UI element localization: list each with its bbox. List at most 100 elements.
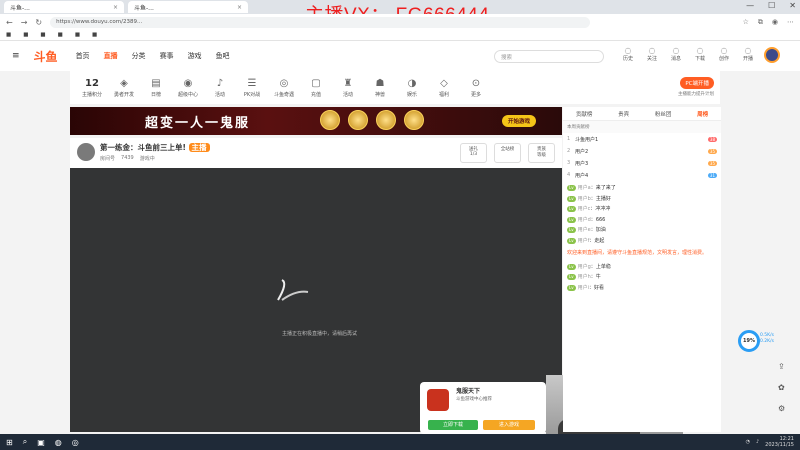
site-rank-box[interactable]: 全站榜 xyxy=(494,143,521,163)
extensions-icon[interactable]: ⧉ xyxy=(758,18,763,27)
toolbar-item[interactable]: ◈ 勇者开发 xyxy=(108,78,140,98)
maximize-icon[interactable]: ☐ xyxy=(768,1,775,10)
tool-score[interactable]: 12 主播积分 xyxy=(76,78,108,98)
toolbar-item-icon: ◎ xyxy=(279,77,289,89)
toolbar-item[interactable]: ▢ 充值 xyxy=(300,78,332,98)
nav-item[interactable]: 首页 xyxy=(76,51,90,61)
browser-tab[interactable]: 斗鱼-... × xyxy=(128,1,248,13)
volume-icon[interactable]: ♪ xyxy=(756,439,759,445)
network-icon[interactable]: ◔ xyxy=(746,439,750,445)
nav-item[interactable]: 游戏 xyxy=(188,51,202,61)
sidebar-tab[interactable]: 周榜 xyxy=(697,110,708,118)
toolbar-item[interactable]: ◉ 超级中心 xyxy=(172,78,204,98)
rank-row[interactable]: 1 斗鱼用户1 38 xyxy=(563,133,721,145)
menu-icon[interactable]: ⋯ xyxy=(787,18,794,27)
chat-username[interactable]: 用户d xyxy=(578,217,591,223)
user-avatar[interactable] xyxy=(764,47,780,63)
nav-item[interactable]: 分类 xyxy=(132,51,146,61)
chat-username[interactable]: 用户h xyxy=(578,274,591,280)
address-bar-row: ← → ↻ https://www.douyu.com/2389... ☆ ⧉ … xyxy=(0,14,800,30)
rank-row[interactable]: 4 用户4 31 xyxy=(563,169,721,181)
streamer-avatar[interactable] xyxy=(77,143,95,161)
star-icon[interactable]: ☆ xyxy=(743,18,749,27)
search-input[interactable]: 搜索 xyxy=(494,50,604,63)
clock[interactable]: 12:21 2023/11/15 xyxy=(765,436,794,448)
noble-box[interactable]: 贵族 等级 xyxy=(528,143,555,163)
file-explorer-icon[interactable]: ▣ xyxy=(37,438,45,447)
sidebar-tab[interactable]: 贵宾 xyxy=(618,110,629,118)
header-icon-item[interactable]: ◌ 下载 xyxy=(692,46,708,62)
chat-message: Lv 用户a：来了来了 xyxy=(567,185,616,191)
sidebar-tab[interactable]: 粉丝团 xyxy=(655,110,672,118)
app-icon[interactable]: ◎ xyxy=(72,438,79,447)
chat-username[interactable]: 用户g xyxy=(578,264,591,270)
game-popup: 鬼服天下 斗鱼游戏中心推荐 立即下载 进入游戏 xyxy=(420,382,546,434)
profile-icon[interactable]: ◉ xyxy=(772,18,778,27)
chat-username[interactable]: 用户e xyxy=(578,227,591,233)
nav-item[interactable]: 赛事 xyxy=(160,51,174,61)
browser-actions: ☆ ⧉ ◉ ⋯ xyxy=(743,18,794,27)
bookmark-item[interactable]: ■ xyxy=(40,32,45,38)
header-glyph-icon: ◌ xyxy=(624,46,632,55)
share-icon[interactable]: ⇪ xyxy=(778,362,785,371)
site-logo[interactable]: 斗鱼 xyxy=(34,48,58,65)
chat-username[interactable]: 用户a xyxy=(578,185,591,191)
chat-message: Lv 用户c：冲冲冲 xyxy=(567,206,611,212)
header-icon-item[interactable]: ◌ 历史 xyxy=(620,46,636,62)
header-icon-item[interactable]: ◌ 开播 xyxy=(740,46,756,62)
header-icon-item[interactable]: ◌ 创作 xyxy=(716,46,732,62)
header-icon-item[interactable]: ◌ 消息 xyxy=(668,46,684,62)
browser-tab[interactable]: 斗鱼-... × xyxy=(4,1,124,13)
game-ad-banner[interactable]: 超变一人一鬼服 开始游戏 xyxy=(70,107,562,135)
nav-item[interactable]: 鱼吧 xyxy=(216,51,230,61)
nav-item[interactable]: 直播 xyxy=(104,51,118,61)
gift-box[interactable]: 送礼 1/3 xyxy=(460,143,487,163)
toolbar-item[interactable]: ♜ 活动 xyxy=(332,78,364,98)
header-icon-item[interactable]: ◌ 关注 xyxy=(644,46,660,62)
chat-text: 666 xyxy=(595,216,606,223)
sidebar-tab[interactable]: 贡献榜 xyxy=(576,110,593,118)
chat-username[interactable]: 用户i xyxy=(578,285,589,291)
chat-username[interactable]: 用户f xyxy=(578,238,590,244)
minimize-icon[interactable]: — xyxy=(746,1,754,10)
toolbar-item[interactable]: ◎ 斗鱼奇遇 xyxy=(268,78,300,98)
rank-row[interactable]: 3 用户3 35 xyxy=(563,157,721,169)
search-icon[interactable]: ⌕ xyxy=(23,437,27,447)
popup-enter-button[interactable]: 进入游戏 xyxy=(483,420,535,430)
banner-play-button[interactable]: 开始游戏 xyxy=(501,115,536,127)
reload-icon[interactable]: ↻ xyxy=(35,18,42,27)
popup-download-button[interactable]: 立即下载 xyxy=(428,420,478,430)
pc-live-button[interactable]: PC端开播 xyxy=(680,77,714,89)
toolbar-item[interactable]: ☗ 神兽 xyxy=(364,78,396,98)
toolbar-item[interactable]: ☰ PK对战 xyxy=(236,78,268,98)
hamburger-icon[interactable]: ≡ xyxy=(12,51,20,61)
toolbar-item[interactable]: ◇ 福利 xyxy=(428,78,460,98)
toolbar-item[interactable]: ◑ 娱乐 xyxy=(396,78,428,98)
close-icon[interactable]: × xyxy=(237,4,242,11)
chat-username[interactable]: 用户b xyxy=(578,196,591,202)
bookmark-item[interactable]: ■ xyxy=(23,32,28,38)
bookmark-item[interactable]: ■ xyxy=(6,32,11,38)
bookmark-item[interactable]: ■ xyxy=(58,32,63,38)
chat-username[interactable]: 用户c xyxy=(578,206,591,212)
bookmark-item[interactable]: ■ xyxy=(75,32,80,38)
back-icon[interactable]: ← xyxy=(6,18,13,27)
toolbar-item[interactable]: ▤ 日榜 xyxy=(140,78,172,98)
gift-icon[interactable]: ✿ xyxy=(778,383,785,392)
forward-icon[interactable]: → xyxy=(21,18,28,27)
toolbar-item-icon: ◉ xyxy=(183,77,193,89)
close-window-icon[interactable]: ✕ xyxy=(789,1,796,10)
close-icon[interactable]: × xyxy=(113,4,118,11)
toolbar-item[interactable]: ⊙ 更多 xyxy=(460,78,492,98)
rank-username: 用户2 xyxy=(575,148,589,155)
url-field[interactable]: https://www.douyu.com/2389... xyxy=(50,16,591,28)
toolbar-item[interactable]: ♪ 活动 xyxy=(204,78,236,98)
room-info-bar: 第一练金：斗鱼前三上单! 主播 房间号 7439 游戏中 送礼 1/3 全站榜 贵… xyxy=(70,138,562,168)
windows-start-icon[interactable]: ⊞ xyxy=(6,438,13,447)
rank-row[interactable]: 2 用户2 35 xyxy=(563,145,721,157)
sidebar-tabs: 贡献榜 贵宾 粉丝团 周榜 xyxy=(563,107,721,121)
browser-icon[interactable]: ◍ xyxy=(55,438,62,447)
settings-icon[interactable]: ⚙ xyxy=(778,404,785,413)
score-label: 主播积分 xyxy=(81,91,102,98)
bookmark-item[interactable]: ■ xyxy=(92,32,97,38)
